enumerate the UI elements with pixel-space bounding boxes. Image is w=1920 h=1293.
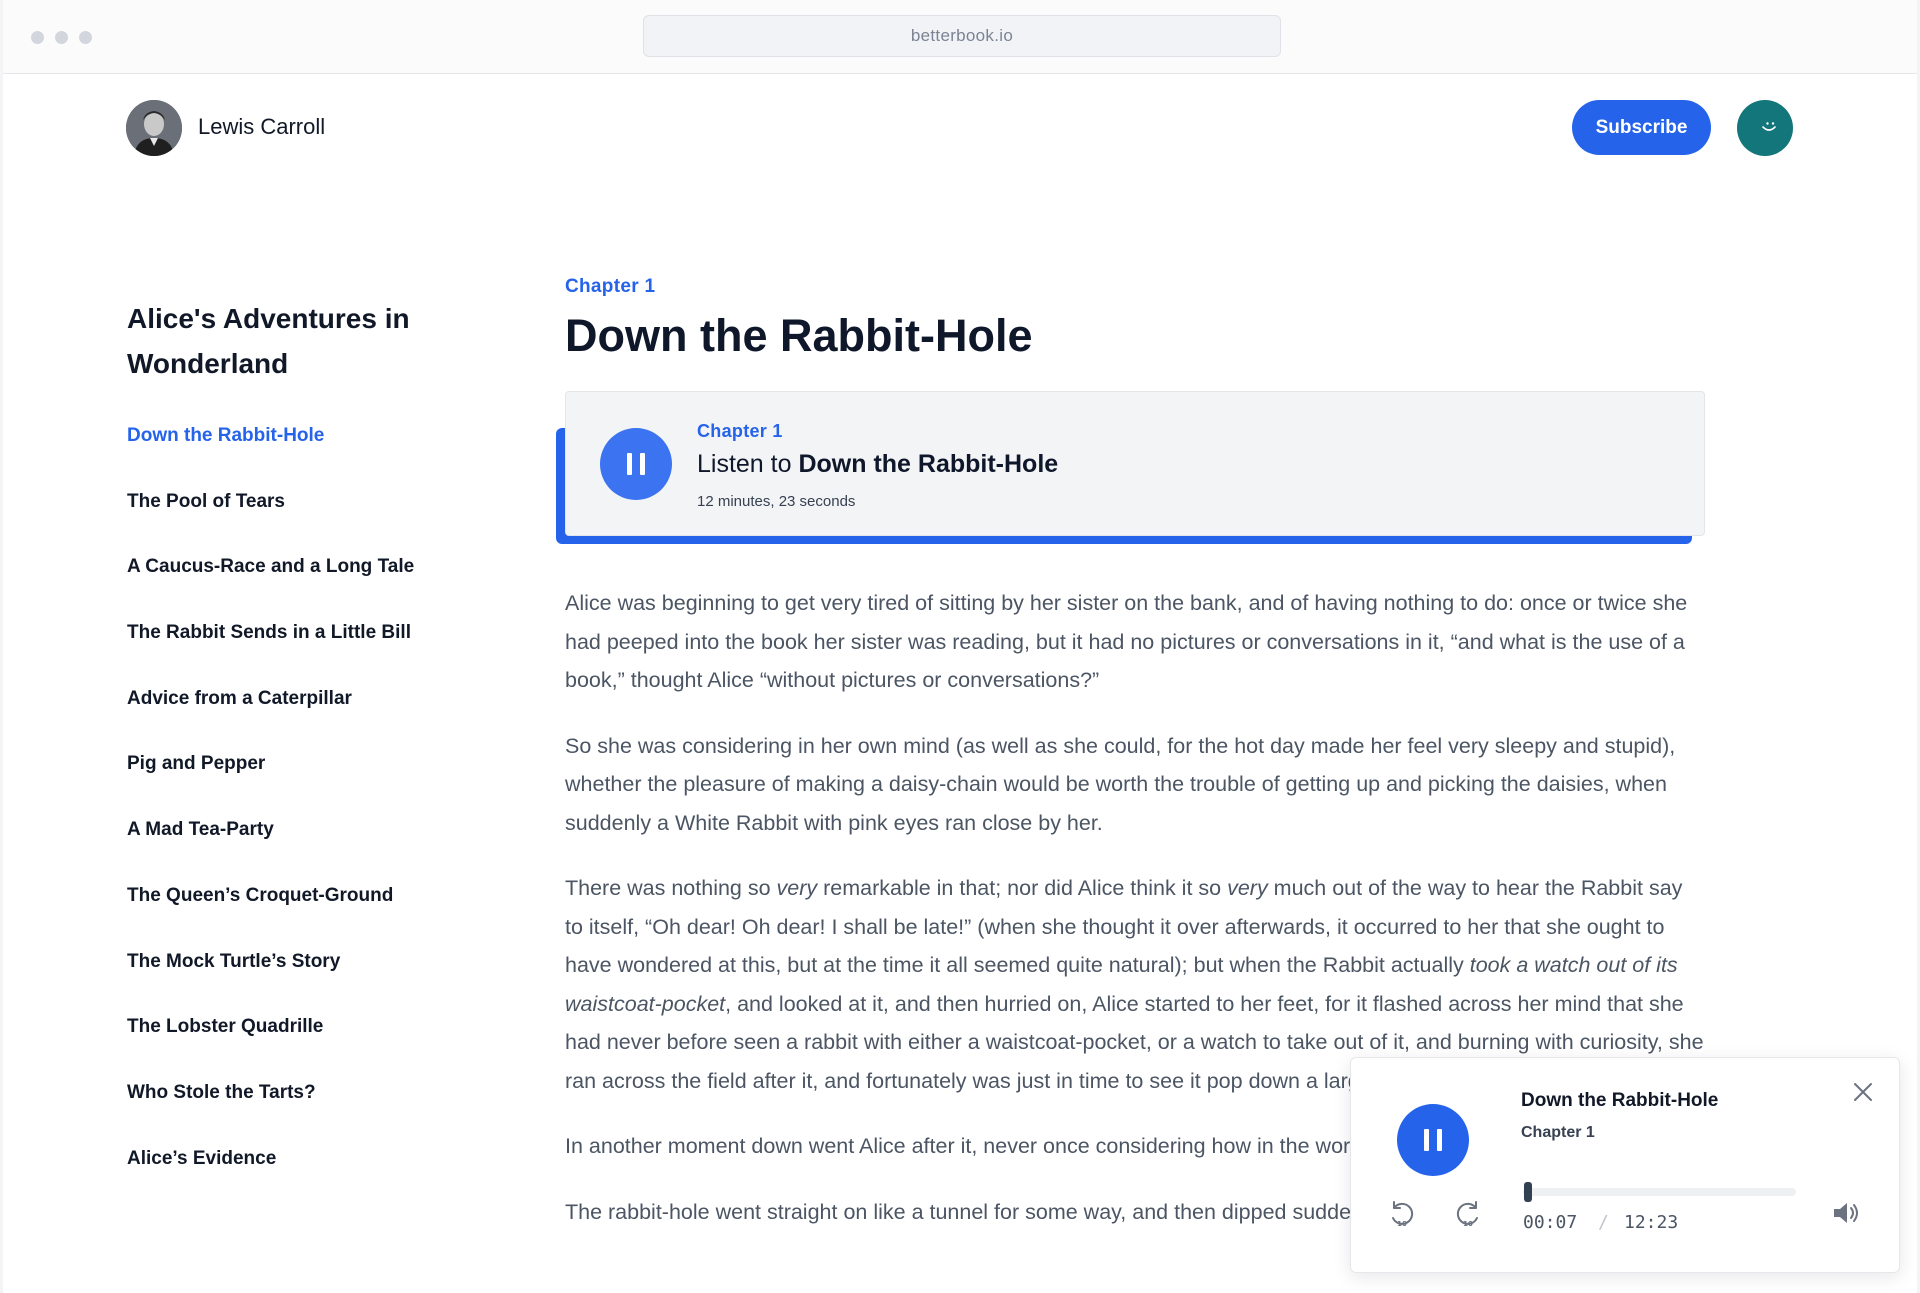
sidebar-chapter-item[interactable]: Pig and Pepper <box>127 753 414 819</box>
address-bar-url: betterbook.io <box>910 26 1014 45</box>
sidebar-chapter-item[interactable]: The Lobster Quadrille <box>127 1016 414 1082</box>
subscribe-button[interactable]: Subscribe <box>1572 100 1711 155</box>
sidebar-chapter-item[interactable]: A Caucus-Race and a Long Tale <box>127 556 414 622</box>
audio-card[interactable]: Chapter 1 Listen to Down the Rabbit-Hole… <box>565 391 1705 536</box>
player-current-time: 00:07 <box>1523 1212 1578 1233</box>
browser-chrome: betterbook.io <box>3 0 1917 74</box>
rewind-10-button[interactable]: 10 <box>1385 1196 1419 1230</box>
progress-slider[interactable] <box>1523 1182 1796 1202</box>
audio-card-duration: 12 minutes, 23 seconds <box>697 493 856 510</box>
player-title: Down the Rabbit-Hole <box>1521 1090 1719 1111</box>
svg-text:10: 10 <box>1463 1220 1473 1228</box>
sidebar-chapter-item[interactable]: Down the Rabbit-Hole <box>127 425 414 491</box>
window-maximize-dot[interactable] <box>79 31 92 44</box>
audio-card-listen-title: Down the Rabbit-Hole <box>798 450 1059 478</box>
sidebar-chapter-item[interactable]: The Queen’s Croquet-Ground <box>127 885 414 951</box>
page: betterbook.io Lewis Carroll Subscribe Al… <box>0 0 1920 1293</box>
paragraph-text: So she was considering in her own mind (… <box>565 733 1676 835</box>
volume-icon <box>1834 1203 1858 1223</box>
player-total-time: 12:23 <box>1624 1212 1679 1233</box>
sidebar-chapter-item[interactable]: The Rabbit Sends in a Little Bill <box>127 622 414 688</box>
address-bar[interactable]: betterbook.io <box>643 15 1281 57</box>
player-time-separator: / <box>1598 1212 1609 1233</box>
author-avatar[interactable] <box>126 100 182 156</box>
forward-10-button[interactable]: 10 <box>1451 1196 1485 1230</box>
player-chapter: Chapter 1 <box>1521 1124 1595 1141</box>
emphasis-text: very <box>1227 876 1268 900</box>
close-icon <box>1854 1083 1872 1101</box>
audio-card-listen-prefix: Listen to <box>697 450 792 478</box>
window-frame-left <box>0 0 3 1293</box>
mini-player: Down the Rabbit-Hole Chapter 1 10 10 00:… <box>1350 1057 1900 1273</box>
forward-10-icon: 10 <box>1456 1201 1478 1228</box>
progress-thumb[interactable] <box>1524 1182 1532 1202</box>
paragraph-text: Alice was beginning to get very tired of… <box>565 591 1688 692</box>
audio-card-heading: Listen to Down the Rabbit-Hole <box>697 450 1058 479</box>
paragraph-text: There was nothing so <box>565 876 777 900</box>
author-name[interactable]: Lewis Carroll <box>198 114 325 140</box>
audio-card-kicker: Chapter 1 <box>697 421 783 441</box>
author-portrait-icon <box>126 100 182 156</box>
volume-button[interactable] <box>1829 1196 1863 1230</box>
user-avatar[interactable] <box>1737 100 1793 156</box>
chapter-paragraph: Alice was beginning to get very tired of… <box>565 584 1705 700</box>
sidebar-chapter-item[interactable]: Who Stole the Tarts? <box>127 1082 414 1148</box>
emphasis-text: very <box>776 876 818 900</box>
player-pause-button[interactable] <box>1397 1104 1469 1176</box>
svg-text:10: 10 <box>1397 1220 1407 1228</box>
player-close-button[interactable] <box>1849 1078 1877 1106</box>
book-title: Alice's Adventures in Wonderland <box>127 303 410 379</box>
window-minimize-dot[interactable] <box>55 31 68 44</box>
pause-icon <box>1424 1129 1442 1151</box>
paragraph-text: remarkable in that; nor did Alice think … <box>817 876 1228 900</box>
smiley-icon <box>1762 122 1776 131</box>
sidebar-chapter-item[interactable]: Advice from a Caterpillar <box>127 688 414 754</box>
chapter-list: Down the Rabbit-Hole The Pool of Tears A C… <box>127 425 414 1213</box>
sidebar-chapter-item[interactable]: The Pool of Tears <box>127 491 414 557</box>
window-close-dot[interactable] <box>31 31 44 44</box>
audio-card-pause-button[interactable] <box>600 428 672 500</box>
sidebar-chapter-item[interactable]: Alice’s Evidence <box>127 1148 414 1214</box>
chapter-title: Down the Rabbit-Hole <box>565 310 1033 361</box>
chapter-paragraph: So she was considering in her own mind (… <box>565 727 1705 843</box>
chapter-kicker: Chapter 1 <box>565 276 656 297</box>
rewind-10-icon: 10 <box>1392 1201 1414 1228</box>
pause-icon <box>627 453 645 475</box>
sidebar-chapter-item[interactable]: A Mad Tea-Party <box>127 819 414 885</box>
sidebar-chapter-item[interactable]: The Mock Turtle’s Story <box>127 951 414 1017</box>
